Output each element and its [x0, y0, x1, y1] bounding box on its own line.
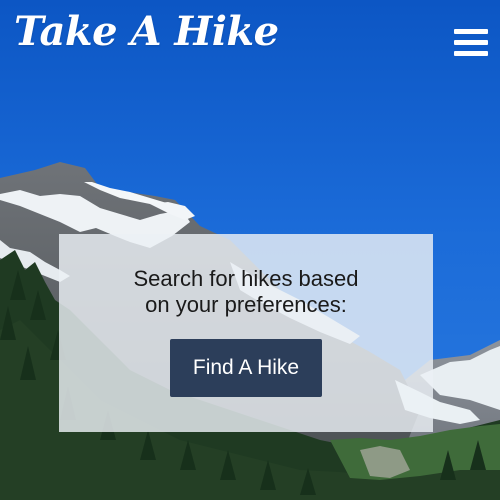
menu-bar [454, 40, 488, 45]
find-a-hike-button[interactable]: Find A Hike [170, 339, 322, 397]
hamburger-menu-icon[interactable] [454, 26, 488, 58]
search-card: Search for hikes based on your preferenc… [59, 234, 433, 432]
site-header: Take A Hike [0, 0, 500, 80]
menu-bar [454, 29, 488, 34]
menu-bar [454, 51, 488, 56]
search-prompt-line-1: Search for hikes based [133, 266, 359, 291]
search-prompt: Search for hikes based on your preferenc… [59, 266, 433, 318]
site-logo[interactable]: Take A Hike [14, 10, 279, 54]
search-prompt-line-2: on your preferences: [145, 292, 347, 317]
